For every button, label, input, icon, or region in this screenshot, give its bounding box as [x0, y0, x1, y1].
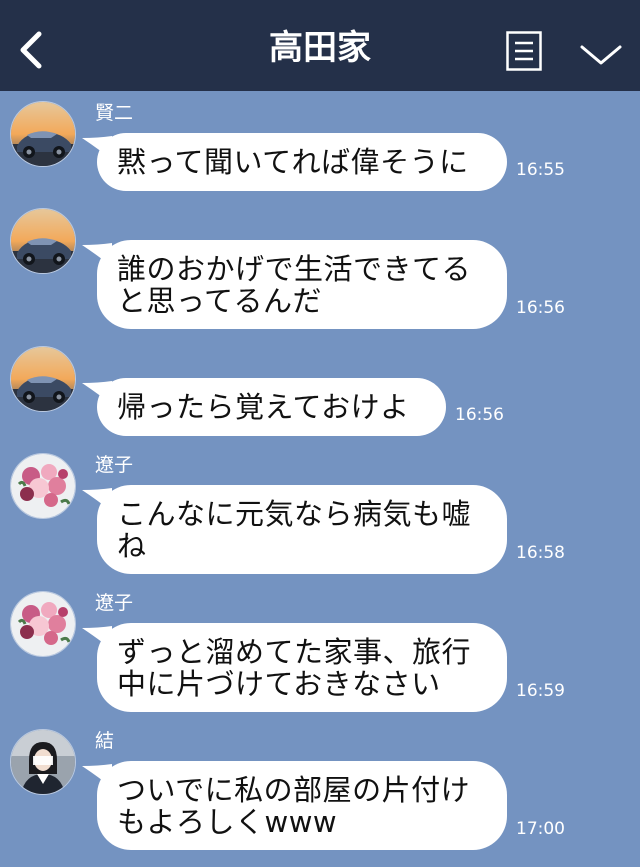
message-text: ずっと溜めてた家事、旅行 中に片づけておきなさい: [117, 634, 472, 701]
message-bubble[interactable]: ずっと溜めてた家事、旅行 中に片づけておきなさい: [97, 623, 507, 712]
message-time: 16:55: [516, 160, 565, 180]
back-arrow-icon[interactable]: [17, 30, 43, 70]
message-text: こんなに元気なら病気も嘘 ね: [117, 496, 472, 563]
message-text: 帰ったら覚えておけよ: [117, 390, 410, 424]
flowers-avatar[interactable]: [10, 591, 76, 657]
car-avatar[interactable]: [10, 208, 76, 274]
message-time: 16:56: [516, 298, 565, 318]
message-text: 誰のおかげで生活できてる と思ってるんだ: [117, 251, 472, 318]
menu-icon[interactable]: [506, 31, 542, 71]
flowers-avatar[interactable]: [10, 453, 76, 519]
message-time: 16:56: [455, 405, 504, 425]
message-bubble[interactable]: こんなに元気なら病気も嘘 ね: [97, 485, 507, 574]
message-time: 16:58: [516, 543, 565, 563]
car-avatar[interactable]: [10, 346, 76, 412]
message-bubble[interactable]: 誰のおかげで生活できてる と思ってるんだ: [97, 240, 507, 329]
message-time: 16:59: [516, 681, 565, 701]
sender-name: 遼子: [95, 592, 134, 614]
message-bubble[interactable]: 黙って聞いてれば偉そうに: [97, 133, 507, 191]
girl-avatar[interactable]: [10, 729, 76, 795]
car-avatar[interactable]: [10, 101, 76, 167]
message-text: 黙って聞いてれば偉そうに: [117, 145, 469, 179]
sender-name: 結: [95, 730, 115, 752]
chat-title: 高田家: [269, 28, 371, 68]
chat-header: 高田家: [0, 0, 640, 91]
chevron-down-icon[interactable]: [580, 44, 622, 66]
message-bubble[interactable]: 帰ったら覚えておけよ: [97, 378, 446, 436]
sender-name: 賢二: [95, 102, 134, 124]
message-time: 17:00: [516, 819, 565, 839]
sender-name: 遼子: [95, 454, 134, 476]
message-text: ついでに私の部屋の片付け もよろしくwww: [117, 772, 471, 839]
message-bubble[interactable]: ついでに私の部屋の片付け もよろしくwww: [97, 761, 507, 850]
